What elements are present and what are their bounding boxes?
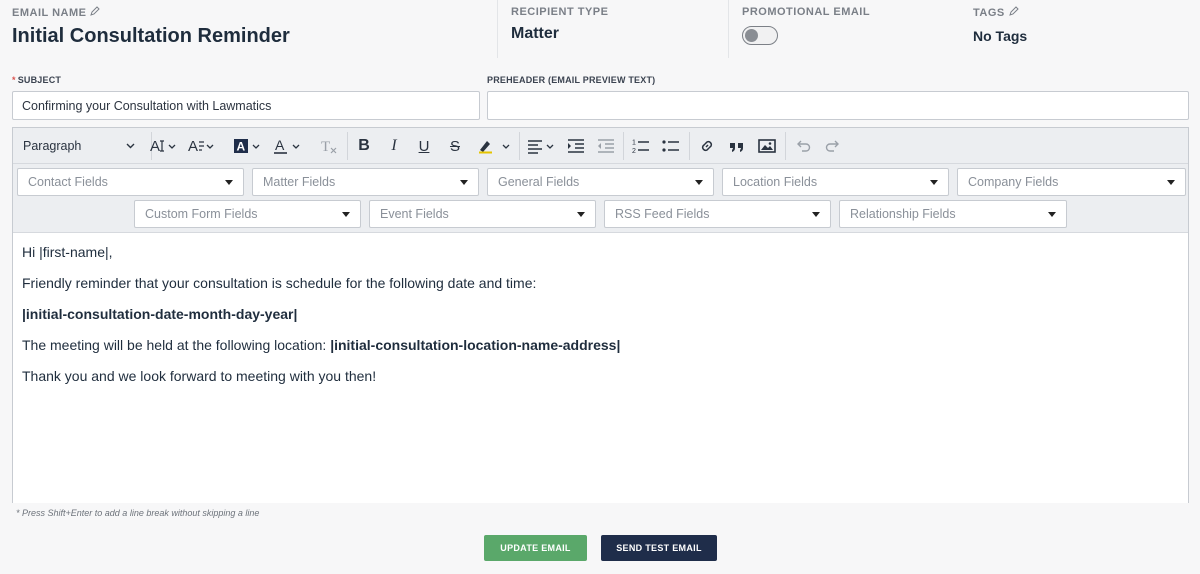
recipient-type-label: RECIPIENT TYPE (511, 6, 609, 18)
body-line: Hi |first-name|, (22, 244, 113, 260)
promotional-email-label: PROMOTIONAL EMAIL (742, 6, 871, 18)
editor-toolbar: Paragraph A A A A T B I U S 1 2 (13, 128, 1188, 164)
general-fields-select[interactable]: General Fields (487, 168, 714, 196)
strikethrough-icon[interactable]: S (442, 134, 468, 158)
toolbar-divider (689, 132, 690, 160)
caret-down-icon (342, 211, 350, 217)
highlight-color-icon[interactable]: A (231, 134, 265, 158)
undo-icon[interactable] (790, 134, 816, 158)
toolbar-divider (785, 132, 786, 160)
edit-pencil-icon[interactable] (90, 6, 101, 19)
numbered-list-icon[interactable]: 12 (628, 134, 654, 158)
caret-down-icon (930, 179, 938, 185)
line-break-hint: * Press Shift+Enter to add a line break … (16, 508, 260, 518)
toggle-knob (745, 29, 758, 42)
svg-text:1: 1 (632, 140, 636, 147)
caret-down-icon (460, 179, 468, 185)
block-format-dropdown[interactable]: Paragraph (17, 134, 141, 158)
svg-text:2: 2 (632, 148, 636, 154)
svg-text:A: A (188, 138, 198, 154)
email-name-value: Initial Consultation Reminder (12, 25, 290, 47)
toolbar-divider (347, 132, 348, 160)
tags-value: No Tags (973, 28, 1028, 44)
clear-format-icon[interactable]: T (317, 134, 341, 158)
rss-feed-fields-select[interactable]: RSS Feed Fields (604, 200, 831, 228)
caret-down-icon (1167, 179, 1175, 185)
promotional-email-toggle[interactable] (742, 26, 778, 45)
body-line: Thank you and we look forward to meeting… (22, 368, 377, 384)
quote-icon[interactable] (724, 134, 750, 158)
contact-fields-select[interactable]: Contact Fields (17, 168, 244, 196)
italic-icon[interactable]: I (381, 134, 407, 158)
svg-text:A: A (150, 138, 160, 154)
header-divider (728, 0, 729, 58)
svg-text:A: A (275, 138, 285, 153)
underline-icon[interactable]: U (411, 134, 437, 158)
event-fields-select[interactable]: Event Fields (369, 200, 596, 228)
caret-down-icon (695, 179, 703, 185)
body-line: Friendly reminder that your consultation… (22, 275, 537, 291)
header-divider (497, 0, 498, 58)
relationship-fields-select[interactable]: Relationship Fields (839, 200, 1067, 228)
required-mark: * (12, 75, 16, 85)
body-line: The meeting will be held at the followin… (22, 337, 621, 353)
matter-fields-select[interactable]: Matter Fields (252, 168, 479, 196)
custom-form-fields-select[interactable]: Custom Form Fields (134, 200, 361, 228)
indent-icon[interactable] (563, 134, 589, 158)
font-size-icon[interactable]: A (147, 134, 181, 158)
toolbar-divider (623, 132, 624, 160)
caret-down-icon (812, 211, 820, 217)
redo-icon[interactable] (820, 134, 846, 158)
merge-field-token: |initial-consultation-location-name-addr… (330, 337, 621, 353)
editor-content-area[interactable]: Hi |first-name|, Friendly reminder that … (13, 232, 1188, 503)
caret-down-icon (577, 211, 585, 217)
image-icon[interactable] (754, 134, 780, 158)
bold-icon[interactable]: B (351, 134, 377, 158)
company-fields-select[interactable]: Company Fields (957, 168, 1186, 196)
caret-down-icon (225, 179, 233, 185)
subject-input[interactable]: Confirming your Consultation with Lawmat… (12, 91, 480, 120)
svg-text:A: A (237, 140, 246, 154)
update-email-button[interactable]: UPDATE EMAIL (484, 535, 587, 561)
subject-label: * SUBJECT (12, 75, 62, 85)
caret-down-icon (1048, 211, 1056, 217)
link-icon[interactable] (694, 134, 720, 158)
tags-label: TAGS (973, 6, 1019, 19)
edit-pencil-icon[interactable] (1008, 6, 1019, 19)
toolbar-divider (519, 132, 520, 160)
preheader-label: PREHEADER (EMAIL PREVIEW TEXT) (487, 75, 656, 85)
chevron-down-icon (126, 143, 135, 149)
send-test-email-button[interactable]: SEND TEST EMAIL (601, 535, 717, 561)
bullet-list-icon[interactable] (658, 134, 684, 158)
font-color-icon[interactable]: A (271, 134, 305, 158)
merge-field-token: |initial-consultation-date-month-day-yea… (22, 306, 298, 322)
recipient-type-value: Matter (511, 25, 560, 42)
svg-text:T: T (321, 139, 330, 154)
location-fields-select[interactable]: Location Fields (722, 168, 949, 196)
body-line: |initial-consultation-date-month-day-yea… (22, 305, 1179, 324)
outdent-icon[interactable] (593, 134, 619, 158)
line-height-icon[interactable]: A (185, 134, 219, 158)
rich-text-editor: Paragraph A A A A T B I U S 1 2 Contact … (12, 127, 1189, 503)
align-icon[interactable] (525, 134, 559, 158)
marker-icon[interactable] (475, 134, 515, 158)
preheader-input[interactable] (487, 91, 1189, 120)
email-name-label: EMAIL NAME (12, 6, 101, 19)
